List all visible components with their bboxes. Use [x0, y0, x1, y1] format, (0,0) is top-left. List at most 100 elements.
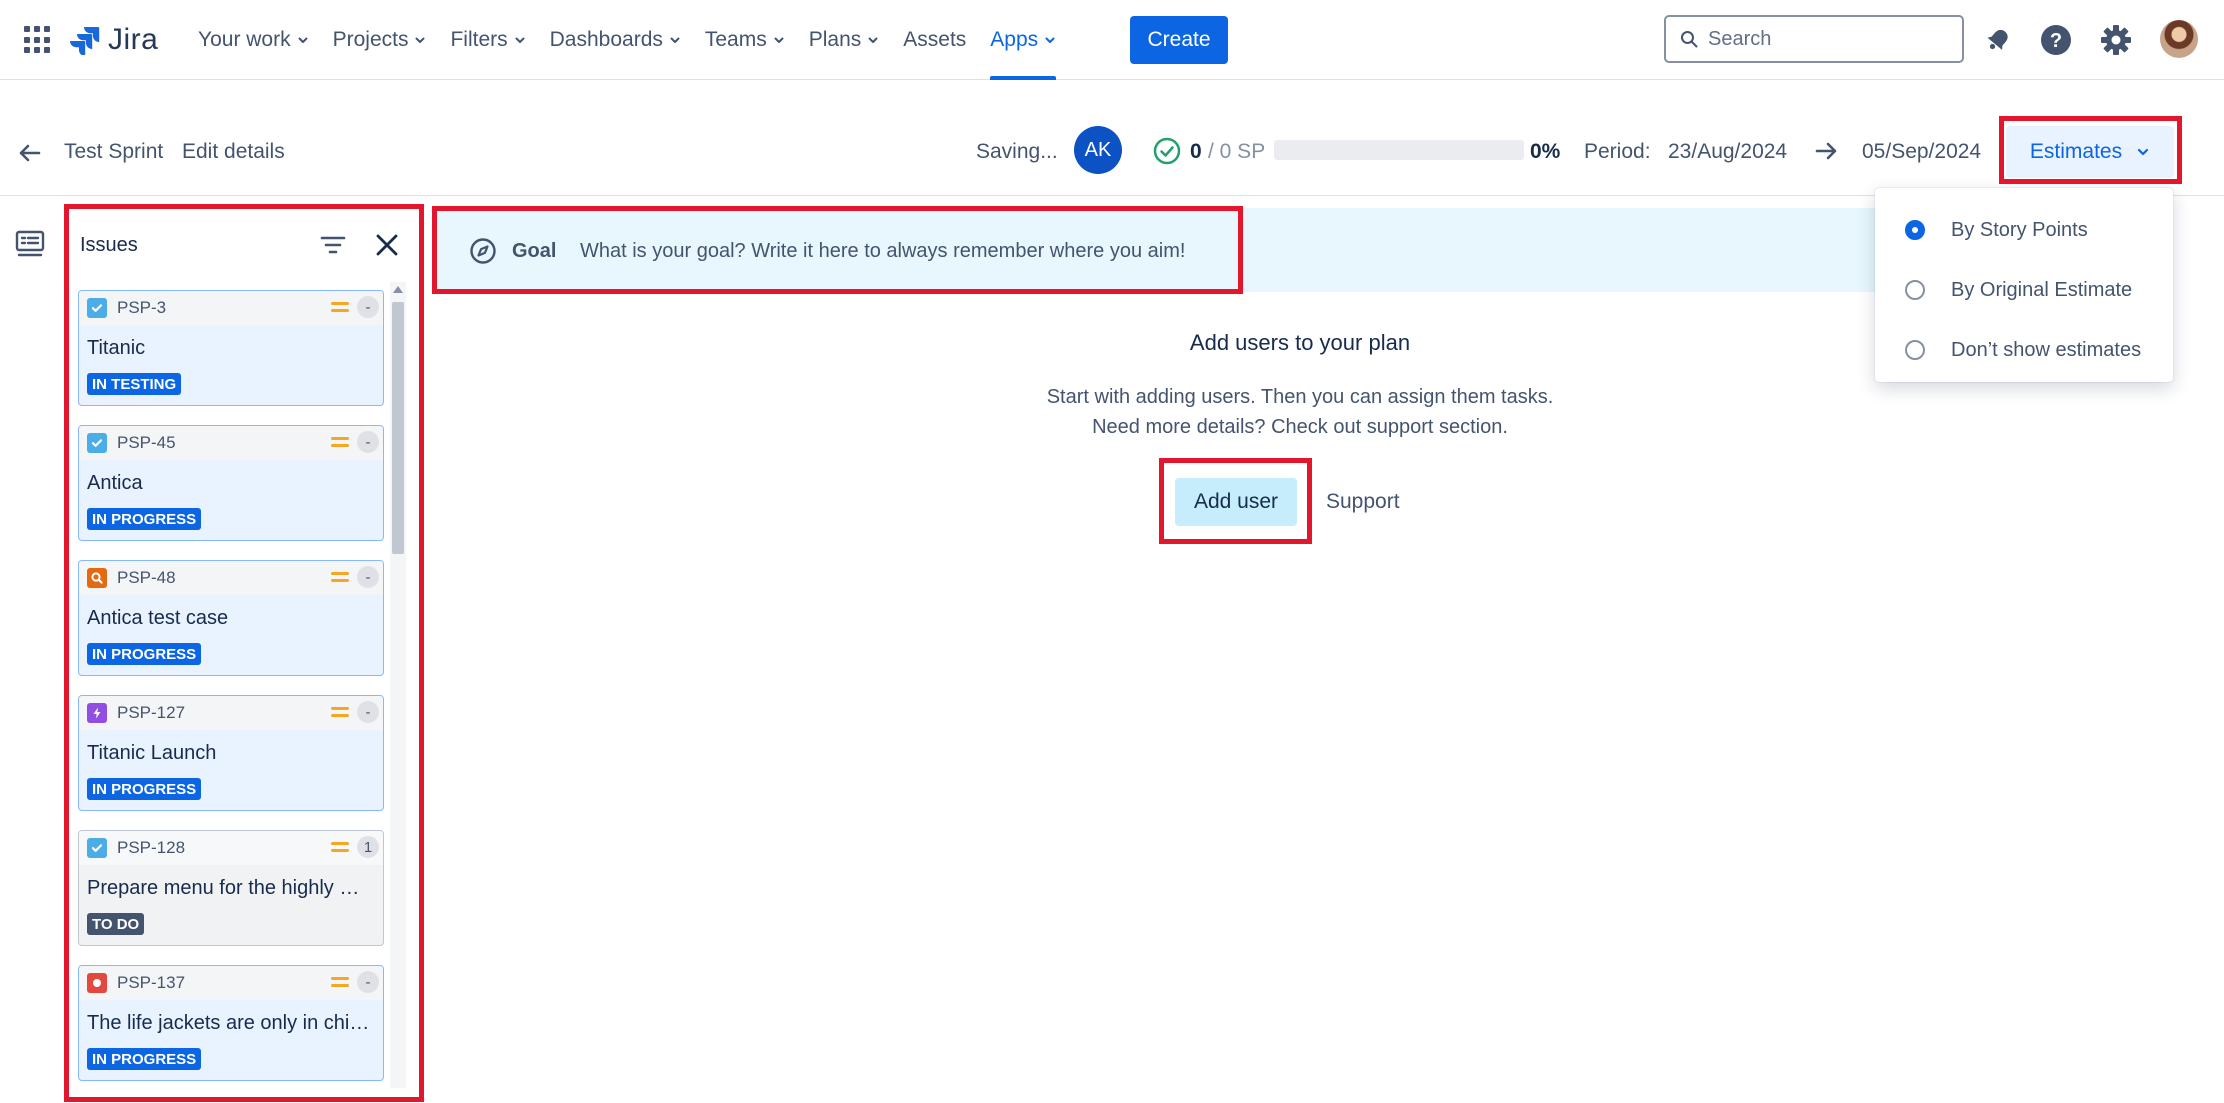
issue-title: Titanic Launch — [87, 742, 217, 764]
filter-icon[interactable] — [318, 230, 348, 260]
goal-label: Goal — [512, 240, 557, 262]
estimates-dropdown-button[interactable]: Estimates — [2006, 126, 2174, 178]
back-arrow-icon[interactable] — [14, 138, 44, 168]
nav-item-label: Projects — [332, 28, 409, 51]
priority-medium-icon — [331, 975, 349, 989]
nav-item-label: Your work — [198, 28, 291, 51]
estimate-badge: - — [357, 701, 379, 723]
chevron-down-icon — [774, 37, 784, 43]
issue-card-list: PSP-3 - Titanic IN TESTING PSP-45 - Antica IN P… — [78, 290, 384, 1100]
add-user-button[interactable]: Add user — [1175, 478, 1297, 526]
saving-status: Saving... — [976, 140, 1058, 163]
nav-item-label: Plans — [808, 28, 862, 51]
search-icon — [1681, 31, 1698, 48]
nav-item-dashboards[interactable]: Dashboards — [538, 0, 693, 80]
status-badge: IN PROGRESS — [87, 778, 202, 800]
close-icon[interactable] — [372, 230, 402, 260]
issue-key[interactable]: PSP-45 — [117, 433, 176, 453]
issue-key[interactable]: PSP-137 — [117, 973, 185, 993]
check-circle-icon — [1153, 137, 1181, 165]
settings-icon[interactable] — [2096, 20, 2136, 60]
estimates-option-label: By Story Points — [1951, 218, 2088, 241]
edit-details-link[interactable]: Edit details — [182, 140, 285, 164]
goal-bar[interactable]: Goal What is your goal? Write it here to… — [434, 208, 1875, 292]
chevron-down-icon — [1045, 37, 1055, 43]
status-badge: TO DO — [87, 913, 145, 935]
jira-logo[interactable]: Jira — [70, 20, 158, 60]
period-end-date[interactable]: 05/Sep/2024 — [1862, 140, 1981, 164]
issue-card[interactable]: PSP-137 - The life jackets are only in chi… — [78, 965, 384, 1081]
status-badge: IN PROGRESS — [87, 1048, 202, 1070]
issue-card[interactable]: PSP-128 1 Prepare menu for the highly … TO … — [78, 830, 384, 946]
support-link[interactable]: Support — [1326, 490, 1400, 514]
notifications-icon[interactable] — [1978, 20, 2018, 60]
period-label: Period: — [1584, 140, 1651, 163]
issue-type-task-icon — [87, 433, 107, 453]
estimates-option-label: Don’t show estimates — [1951, 338, 2142, 361]
nav-item-filters[interactable]: Filters — [438, 0, 537, 80]
board-view-icon[interactable] — [14, 228, 46, 260]
issue-type-task-icon — [87, 838, 107, 858]
issue-key[interactable]: PSP-128 — [117, 838, 185, 858]
issue-card-header: PSP-128 1 — [79, 831, 383, 865]
issue-card[interactable]: PSP-3 - Titanic IN TESTING — [78, 290, 384, 406]
issue-type-epic-icon — [87, 703, 107, 723]
sprint-header: Test Sprint Edit details Saving... AK 0 … — [0, 110, 2224, 196]
profile-avatar[interactable] — [2160, 20, 2198, 58]
nav-item-label: Assets — [903, 28, 967, 51]
status-badge: IN PROGRESS — [87, 508, 202, 530]
estimates-option[interactable]: By Original Estimate — [1875, 260, 2173, 320]
estimates-option[interactable]: Don’t show estimates — [1875, 320, 2173, 380]
nav-item-label: Filters — [450, 28, 508, 51]
create-button[interactable]: Create — [1130, 16, 1228, 64]
issue-card-header: PSP-127 - — [79, 696, 383, 730]
arrow-right-icon — [1815, 142, 1837, 160]
radio-checked-icon[interactable] — [1905, 220, 1925, 240]
issue-card[interactable]: PSP-45 - Antica IN PROGRESS — [78, 425, 384, 541]
issue-card-header: PSP-3 - — [79, 291, 383, 325]
radio-unchecked-icon[interactable] — [1905, 280, 1925, 300]
issues-scrollbar[interactable] — [390, 282, 406, 1088]
nav-item-plans[interactable]: Plans — [797, 0, 892, 80]
estimate-badge: - — [357, 296, 379, 318]
issue-type-test-icon — [87, 568, 107, 588]
help-icon[interactable]: ? — [2036, 20, 2076, 60]
sprint-progress-bar — [1274, 140, 1524, 160]
app-switcher-icon[interactable] — [24, 26, 52, 54]
nav-item-label: Teams — [704, 28, 767, 51]
progress-percent: 0% — [1530, 140, 1561, 163]
issue-key[interactable]: PSP-48 — [117, 568, 176, 588]
search-input[interactable] — [1708, 27, 1928, 51]
issue-title: Antica test case — [87, 607, 229, 629]
nav-item-apps[interactable]: Apps — [978, 0, 1068, 80]
top-navigation: Jira Your work Projects Filters Dashboards T… — [0, 0, 2224, 80]
empty-state-text-1: Start with adding users. Then you can as… — [1046, 386, 1554, 408]
nav-item-your-work[interactable]: Your work — [186, 0, 321, 80]
issue-card-header: PSP-48 - — [79, 561, 383, 595]
chevron-down-icon — [515, 37, 525, 43]
goal-input[interactable]: What is your goal? Write it here to alwa… — [580, 240, 1185, 263]
estimates-option[interactable]: By Story Points — [1875, 200, 2173, 260]
issue-title: The life jackets are only in chi… — [87, 1012, 370, 1034]
priority-medium-icon — [331, 570, 349, 584]
issue-card[interactable]: PSP-48 - Antica test case IN PROGRESS — [78, 560, 384, 676]
assignee-avatar[interactable]: AK — [1074, 126, 1122, 174]
search-box[interactable] — [1664, 15, 1964, 63]
radio-unchecked-icon[interactable] — [1905, 340, 1925, 360]
sprint-name: Test Sprint — [64, 140, 164, 163]
issue-key[interactable]: PSP-3 — [117, 298, 166, 318]
scroll-up-arrow-icon[interactable] — [393, 286, 403, 293]
period-start-date[interactable]: 23/Aug/2024 — [1668, 140, 1787, 164]
jira-logo-icon — [70, 27, 100, 55]
nav-item-assets[interactable]: Assets — [891, 0, 978, 80]
issue-key[interactable]: PSP-127 — [117, 703, 185, 723]
scrollbar-thumb[interactable] — [392, 302, 404, 554]
nav-item-projects[interactable]: Projects — [321, 0, 439, 80]
estimate-badge: - — [357, 431, 379, 453]
nav-item-teams[interactable]: Teams — [693, 0, 797, 80]
story-points-done: 0 — [1190, 140, 1202, 163]
issue-card[interactable]: PSP-127 - Titanic Launch IN PROGRESS — [78, 695, 384, 811]
issue-type-bug-icon — [87, 973, 107, 993]
empty-state-title: Add users to your plan — [1189, 330, 1411, 355]
chevron-down-icon — [415, 37, 425, 43]
